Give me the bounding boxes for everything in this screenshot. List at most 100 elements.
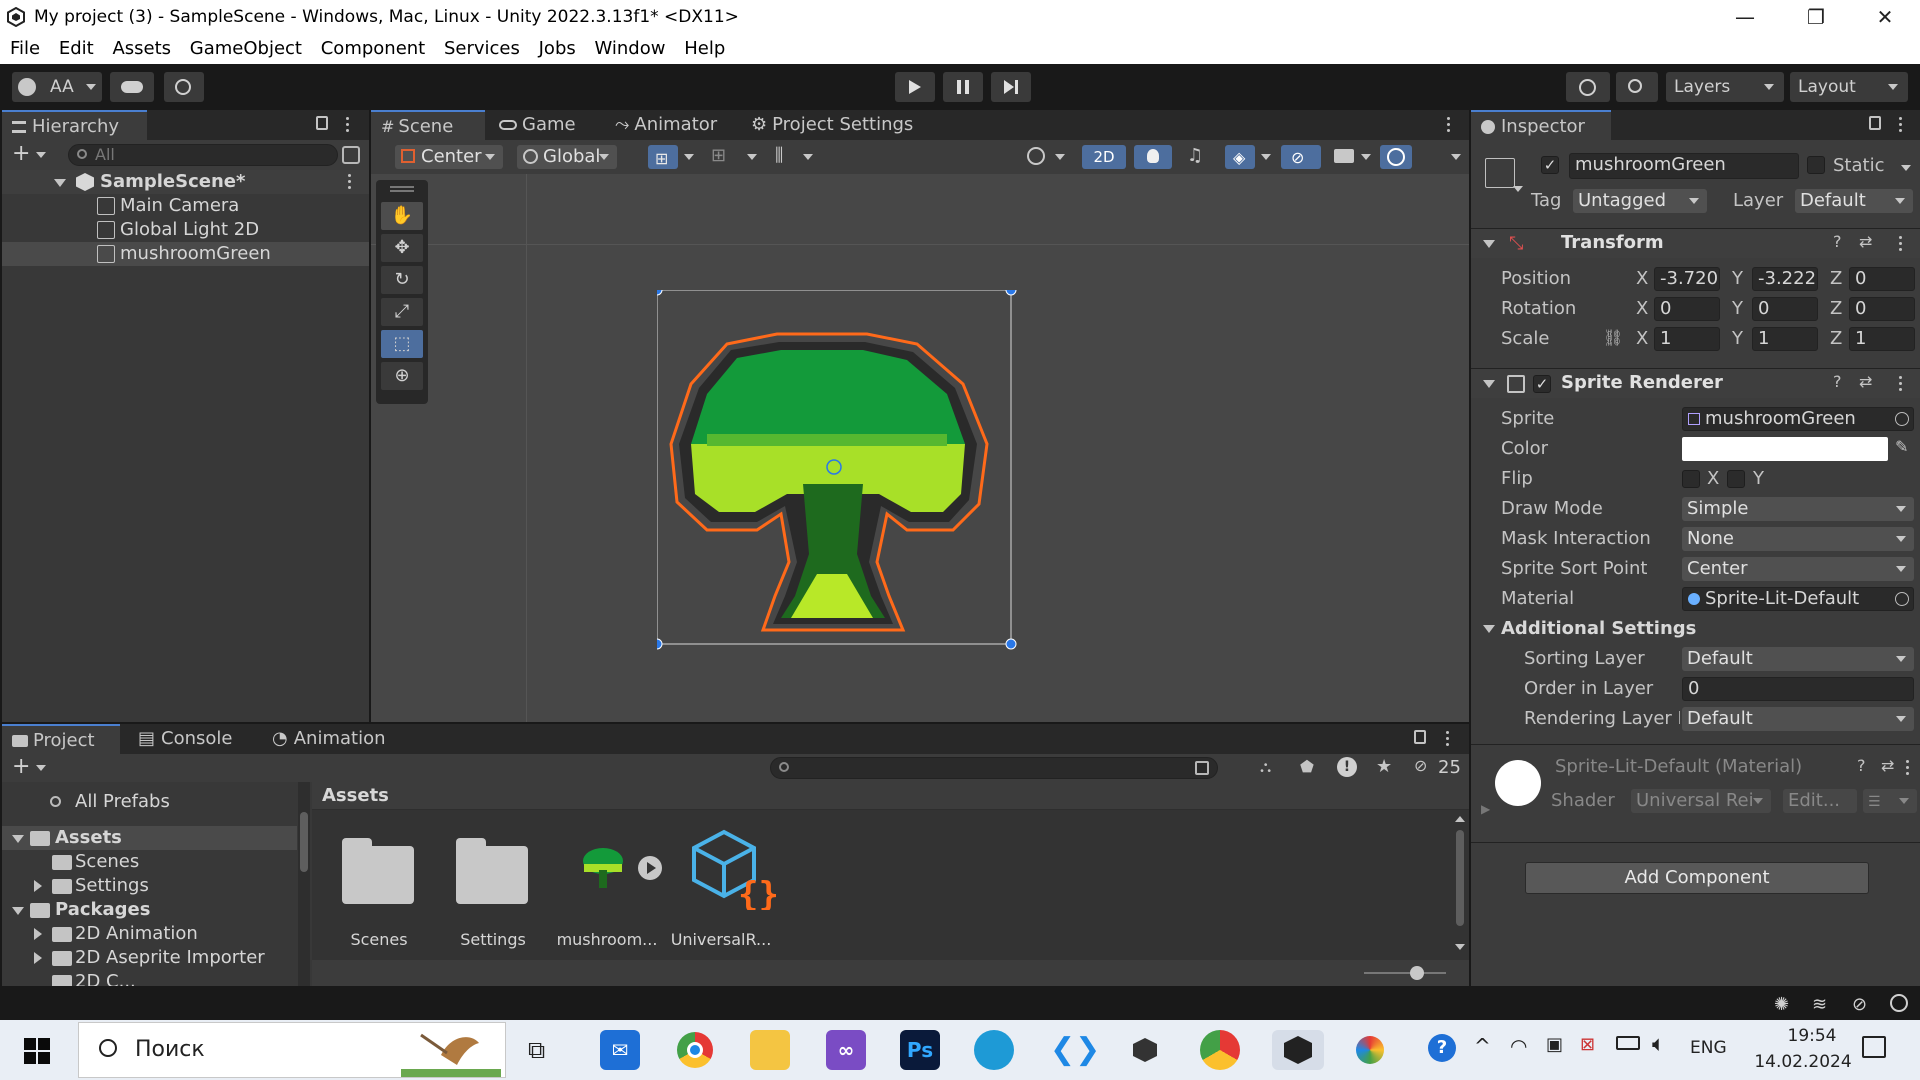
tag-dropdown[interactable]: Untagged bbox=[1573, 189, 1707, 213]
tab-console[interactable]: ▤ Console bbox=[128, 724, 248, 754]
rotate-tool-button[interactable]: ↻ bbox=[381, 266, 423, 294]
constrain-scale-icon[interactable]: ⛓ bbox=[1603, 328, 1623, 347]
action-center-icon[interactable] bbox=[1862, 1036, 1886, 1058]
cloud-button[interactable] bbox=[110, 72, 154, 102]
file-explorer-icon[interactable] bbox=[750, 1030, 790, 1070]
filter-type-icon[interactable]: ⛬ bbox=[1260, 757, 1271, 777]
chevron-down-icon[interactable] bbox=[36, 765, 46, 771]
menu-component[interactable]: Component bbox=[321, 36, 426, 62]
tab-animator[interactable]: ⤳ Animator bbox=[605, 110, 725, 140]
project-search-input[interactable] bbox=[770, 757, 1218, 779]
chevron-down-icon[interactable] bbox=[1055, 154, 1065, 160]
collapse-arrow-icon[interactable] bbox=[34, 880, 42, 892]
hierarchy-item-global-light[interactable]: Global Light 2D bbox=[2, 218, 369, 242]
add-icon[interactable]: + bbox=[12, 754, 30, 779]
help-icon[interactable]: ? bbox=[1428, 1034, 1456, 1062]
search-mode-icon[interactable] bbox=[1195, 761, 1209, 775]
lock-icon[interactable] bbox=[316, 116, 328, 130]
menu-file[interactable]: File bbox=[10, 36, 40, 62]
asset-sprite-mushroom[interactable]: mushroom... bbox=[552, 810, 662, 960]
tree-item-packages[interactable]: Packages bbox=[2, 898, 297, 922]
resize-handle[interactable] bbox=[657, 290, 663, 296]
expand-arrow-icon[interactable] bbox=[12, 907, 24, 915]
tree-item-all-prefabs[interactable]: All Prefabs bbox=[2, 790, 297, 814]
space-dropdown[interactable]: Global bbox=[517, 145, 617, 169]
rotation-y-field[interactable]: 0 bbox=[1752, 297, 1818, 321]
more-icon[interactable] bbox=[346, 117, 350, 133]
static-checkbox[interactable] bbox=[1807, 156, 1825, 174]
add-icon[interactable]: + bbox=[12, 141, 30, 166]
tab-hierarchy[interactable]: Hierarchy bbox=[2, 110, 147, 140]
search-button[interactable] bbox=[1616, 72, 1658, 102]
flip-x-checkbox[interactable] bbox=[1682, 470, 1700, 488]
lock-icon[interactable] bbox=[1869, 116, 1881, 130]
grid-visibility-icon[interactable]: ⊞ bbox=[711, 145, 726, 166]
transform-header[interactable]: ⤡ Transform ? ⇄ bbox=[1471, 228, 1920, 258]
asset-urp-settings[interactable]: {} UniversalR... bbox=[666, 810, 776, 960]
help-icon[interactable]: ? bbox=[1857, 756, 1866, 775]
filter-label-icon[interactable]: ⬟ bbox=[1300, 757, 1314, 776]
play-button[interactable] bbox=[895, 72, 935, 102]
account-dropdown[interactable]: AA bbox=[12, 72, 102, 102]
additional-settings-foldout[interactable]: Additional Settings bbox=[1501, 618, 1696, 639]
step-button[interactable] bbox=[991, 72, 1031, 102]
tab-project[interactable]: Project bbox=[2, 724, 120, 754]
pause-button[interactable] bbox=[943, 72, 983, 102]
tree-item-2d-animation[interactable]: 2D Animation bbox=[2, 922, 297, 946]
add-component-button[interactable]: Add Component bbox=[1525, 862, 1869, 894]
sprite-object-field[interactable]: mushroomGreen bbox=[1682, 407, 1914, 431]
hierarchy-scene-row[interactable]: SampleScene* bbox=[2, 170, 369, 194]
sprite-renderer-header[interactable]: ✓ Sprite Renderer ? ⇄ bbox=[1471, 368, 1920, 398]
chevron-up-icon[interactable]: ^ bbox=[1474, 1034, 1491, 1058]
volume-icon[interactable]: 🔈︎ bbox=[1652, 1032, 1665, 1057]
pivot-dropdown[interactable]: Center bbox=[395, 145, 503, 169]
hidden-objects-toggle[interactable]: ⊘ bbox=[1281, 145, 1321, 169]
material-object-field[interactable]: Sprite-Lit-Default bbox=[1682, 587, 1914, 611]
flip-y-checkbox[interactable] bbox=[1727, 470, 1745, 488]
gizmos-toggle[interactable] bbox=[1380, 145, 1412, 169]
task-view-icon[interactable]: ⧉ bbox=[528, 1036, 545, 1064]
scale-tool-button[interactable]: ⤢ bbox=[381, 298, 423, 326]
scale-y-field[interactable]: 1 bbox=[1752, 327, 1818, 351]
lighting-toggle[interactable] bbox=[1134, 145, 1172, 169]
zoom-slider[interactable] bbox=[1364, 966, 1446, 980]
vscode-icon[interactable]: ❮❯ bbox=[1050, 1030, 1100, 1070]
rect-tool-button[interactable]: ⬚ bbox=[381, 330, 423, 358]
shader-dropdown[interactable]: Universal Rei bbox=[1631, 789, 1771, 813]
tab-animation[interactable]: ◔ Animation bbox=[262, 724, 402, 754]
move-tool-button[interactable]: ✥ bbox=[381, 234, 423, 262]
grid-snap-toggle[interactable]: ⊞ bbox=[648, 145, 678, 169]
menu-services[interactable]: Services bbox=[444, 36, 520, 62]
chevron-down-icon[interactable] bbox=[1451, 154, 1461, 160]
lock-icon[interactable] bbox=[1414, 730, 1426, 744]
hierarchy-item-main-camera[interactable]: Main Camera bbox=[2, 194, 369, 218]
more-icon[interactable] bbox=[1899, 376, 1903, 392]
visual-studio-icon[interactable]: ∞ bbox=[826, 1030, 866, 1070]
chrome-app-icon[interactable] bbox=[675, 1030, 715, 1070]
resize-handle[interactable] bbox=[1005, 638, 1017, 650]
tab-inspector[interactable]: Inspector bbox=[1471, 110, 1611, 140]
more-icon[interactable] bbox=[348, 174, 352, 190]
mode-2d-toggle[interactable]: 2D bbox=[1082, 145, 1126, 169]
scale-x-field[interactable]: 1 bbox=[1654, 327, 1720, 351]
collab-button[interactable] bbox=[164, 72, 204, 102]
paint-app-icon[interactable] bbox=[1350, 1030, 1390, 1070]
chevron-down-icon[interactable] bbox=[1361, 154, 1371, 160]
cache-server-icon[interactable]: ≋ bbox=[1812, 994, 1827, 1015]
collapse-arrow-icon[interactable] bbox=[34, 928, 42, 940]
more-icon[interactable] bbox=[1899, 117, 1903, 133]
tree-item-scenes[interactable]: Scenes bbox=[2, 850, 297, 874]
tab-project-settings[interactable]: ⚙ Project Settings bbox=[741, 110, 931, 140]
expand-arrow-icon[interactable] bbox=[1483, 240, 1495, 248]
windows-start-icon[interactable] bbox=[24, 1038, 50, 1064]
more-icon[interactable] bbox=[1906, 760, 1910, 776]
object-name-input[interactable]: mushroomGreen bbox=[1569, 153, 1799, 179]
expand-arrow-icon[interactable] bbox=[12, 835, 24, 843]
resize-handle[interactable] bbox=[1005, 290, 1017, 296]
star-icon[interactable]: ★ bbox=[1376, 756, 1392, 777]
tree-item-2d-common[interactable]: 2D C... bbox=[2, 970, 297, 986]
position-x-field[interactable]: -3.720 bbox=[1654, 267, 1720, 291]
rotation-x-field[interactable]: 0 bbox=[1654, 297, 1720, 321]
menu-assets[interactable]: Assets bbox=[112, 36, 171, 62]
clock-time[interactable]: 19:54 bbox=[1772, 1026, 1852, 1046]
